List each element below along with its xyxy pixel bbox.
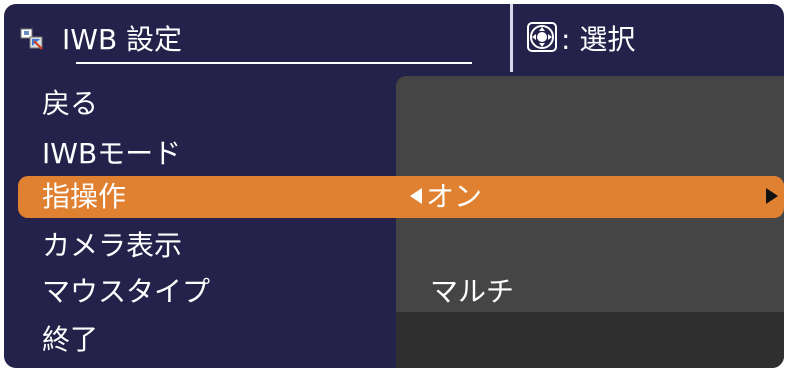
finger-operation-label: 指操作	[42, 180, 127, 213]
menu-item-iwb-mode[interactable]: IWBモード	[42, 138, 181, 170]
menu-item-finger-operation[interactable]: 指操作 オン	[18, 176, 784, 218]
menu-item-exit[interactable]: 終了	[42, 324, 98, 356]
osd-menu: IWB 設定 : 選択 戻る IWBモード 指操作 オン カメラ表示 マウスタイ…	[4, 4, 784, 368]
arrow-left-icon[interactable]	[410, 188, 422, 204]
dpad-icon	[527, 22, 557, 52]
select-hint: : 選択	[513, 4, 784, 72]
menu-title: IWB 設定	[62, 23, 183, 56]
menu-header: IWB 設定	[4, 4, 510, 72]
menu-item-mouse-type[interactable]: マウスタイプ	[42, 276, 210, 308]
iwb-settings-icon	[20, 28, 44, 50]
value-panel-lower	[396, 312, 784, 368]
menu-item-camera-display[interactable]: カメラ表示	[42, 230, 182, 262]
arrow-right-icon[interactable]	[766, 188, 778, 204]
menu-item-back[interactable]: 戻る	[42, 88, 98, 120]
mouse-type-value: マルチ	[430, 275, 515, 308]
title-underline	[76, 62, 472, 64]
select-label: : 選択	[561, 23, 636, 56]
finger-operation-value: オン	[426, 180, 483, 213]
